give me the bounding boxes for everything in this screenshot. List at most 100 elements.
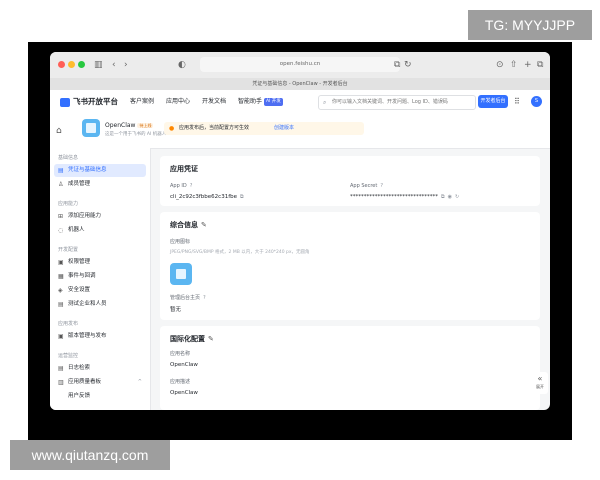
log-icon: ▤ <box>58 365 64 372</box>
nav-ai-assistant-label: 智能助手 <box>238 98 263 105</box>
main-content: 应用凭证 App ID? cli_2c92c3fbbe62c31fbe ⧉ App… <box>150 148 550 410</box>
publish-notice: ● 应用发布后，当前配置方可生效 创建版本 <box>164 122 364 135</box>
back-icon[interactable]: ‹ <box>112 58 116 72</box>
app-name: OpenClaw 待上线 <box>105 122 154 129</box>
search-icon: ⌕ <box>323 99 327 106</box>
version-icon: ▣ <box>58 333 64 340</box>
help-icon: ? <box>380 183 383 189</box>
sidebar-item-permissions[interactable]: ▣ 权限管理 <box>54 256 146 269</box>
sidebar-group-title: 运营监控 <box>58 353 79 359</box>
refresh-icon[interactable]: ↻ <box>455 194 459 200</box>
ai-badge: AI 开发 <box>263 97 283 106</box>
sidebar-item-members[interactable]: ♙ 成员管理 <box>54 178 146 191</box>
shield-icon[interactable]: ◐ <box>178 58 186 72</box>
developer-console-button[interactable]: 开发者后台 <box>478 95 508 108</box>
app-status-tag: 待上线 <box>137 123 154 128</box>
app-info-bar: ⌂ OpenClaw 待上线 这是一个用于飞书的 AI 机器人 ● 应用发布后，当… <box>50 114 550 149</box>
app-icon-preview[interactable] <box>170 263 192 285</box>
edit-icon[interactable]: ✎ <box>208 335 214 343</box>
apps-grid-icon[interactable]: ⠿ <box>514 97 520 107</box>
add-capability-icon: ⊞ <box>58 213 64 220</box>
download-icon[interactable]: ⊙ <box>496 58 504 72</box>
help-icon: ? <box>203 295 206 301</box>
expand-panel-button[interactable]: « 展开 <box>532 372 548 394</box>
event-icon: ▦ <box>58 273 64 280</box>
sidebar-item-test-tenants[interactable]: ▤ 测试企业和人员 <box>54 298 146 311</box>
app-id-label: App ID? <box>170 183 193 189</box>
share-icon[interactable]: ⇧ <box>510 58 518 72</box>
app-name-value: OpenClaw <box>170 362 198 368</box>
sidebar-item-versions[interactable]: ▣ 版本管理与发布 <box>54 330 146 343</box>
minimize-window-button[interactable] <box>68 61 75 68</box>
feishu-logo-icon <box>60 97 70 107</box>
forward-icon[interactable]: › <box>124 58 128 72</box>
sidebar-item-quality[interactable]: ▥ 应用质量看板 ^ <box>54 376 146 389</box>
new-tab-icon[interactable]: + <box>524 58 532 72</box>
translate-icon[interactable]: ⧉ <box>394 58 400 72</box>
sidebar-item-bot[interactable]: ◌ 机器人 <box>54 224 146 237</box>
app-header: 飞书开放平台 客户案例 应用中心 开发文档 智能助手 AI 开发 ⌕ 开发者后台… <box>50 90 550 115</box>
sidebar-group-title: 开发配置 <box>58 247 79 253</box>
app-secret-value: ******************************** ⧉ ◉ ↻ <box>350 194 460 200</box>
notice-text: 应用发布后，当前配置方可生效 <box>179 125 250 131</box>
sidebar-item-feedback[interactable]: 用户反馈 <box>54 390 146 403</box>
homepage-value: 暂无 <box>170 307 182 313</box>
credentials-card: 应用凭证 App ID? cli_2c92c3fbbe62c31fbe ⧉ App… <box>160 156 540 206</box>
create-version-link[interactable]: 创建版本 <box>274 122 294 135</box>
zoom-window-button[interactable] <box>78 61 85 68</box>
sidebar-item-add-capability[interactable]: ⊞ 添加应用能力 <box>54 210 146 223</box>
nav-dev-docs[interactable]: 开发文档 <box>202 96 226 108</box>
copy-icon[interactable]: ⧉ <box>240 194 244 200</box>
info-icon: ● <box>169 125 175 132</box>
sidebar-item-credentials[interactable]: ▤ 凭证与基础信息 <box>54 164 146 177</box>
browser-window: ▥ ‹ › ◐ open.feishu.cn ⧉ ↻ ⊙ ⇧ + ⧉ 凭证与基础… <box>50 52 550 410</box>
sidebar: 基础信息 ▤ 凭证与基础信息 ♙ 成员管理 应用能力 ⊞ 添加应用能力 ◌ 机器人 开发… <box>50 148 151 410</box>
document-icon: ▤ <box>58 167 64 174</box>
close-window-button[interactable] <box>58 61 65 68</box>
app-id-value: cli_2c92c3fbbe62c31fbe ⧉ <box>170 194 244 200</box>
copy-icon[interactable]: ⧉ <box>441 194 445 200</box>
sidebar-group-title: 应用发布 <box>58 321 79 327</box>
reload-icon[interactable]: ↻ <box>404 58 412 72</box>
dashboard-icon: ▥ <box>58 379 64 386</box>
sidebar-item-security[interactable]: ◈ 安全设置 <box>54 284 146 297</box>
doc-search[interactable]: ⌕ <box>318 95 476 110</box>
edit-icon[interactable]: ✎ <box>201 221 207 229</box>
nav-app-center[interactable]: 应用中心 <box>166 96 190 108</box>
address-bar[interactable]: open.feishu.cn <box>200 57 400 72</box>
watermark-top: TG: MYYJJPP <box>468 10 592 40</box>
bot-icon: ◌ <box>58 227 64 234</box>
card-title: 国际化配置 ✎ <box>170 335 214 343</box>
home-icon[interactable]: ⌂ <box>56 125 62 137</box>
platform-logo[interactable]: 飞书开放平台 <box>60 96 118 108</box>
app-icon-hint: JPEG/PNG/SVG/BMP 格式，2 MB 以内，大于 240*240 p… <box>170 250 310 255</box>
app-icon <box>82 119 100 137</box>
search-input[interactable] <box>332 97 470 107</box>
general-info-card: 综合信息 ✎ 应用图标 JPEG/PNG/SVG/BMP 格式，2 MB 以内，大… <box>160 212 540 320</box>
user-icon: ♙ <box>58 181 64 188</box>
tabs-icon[interactable]: ⧉ <box>537 58 543 72</box>
browser-toolbar: ▥ ‹ › ◐ open.feishu.cn ⧉ ↻ ⊙ ⇧ + ⧉ <box>50 52 550 79</box>
app-icon-label: 应用图标 <box>170 239 191 245</box>
shield-icon: ◈ <box>58 287 63 294</box>
sidebar-group-title: 基础信息 <box>58 155 79 161</box>
sidebar-item-logs[interactable]: ▤ 日志检索 <box>54 362 146 375</box>
app-name-label: 应用名称 <box>170 351 191 357</box>
nav-customer-cases[interactable]: 客户案例 <box>130 96 154 108</box>
card-title: 综合信息 ✎ <box>170 221 207 229</box>
help-icon: ? <box>189 183 193 189</box>
expand-label: 展开 <box>536 384 544 389</box>
avatar[interactable]: S <box>531 96 542 107</box>
watermark-bottom: www.qiutanzq.com <box>10 440 170 470</box>
sidebar-icon[interactable]: ▥ <box>94 58 103 72</box>
address-url: open.feishu.cn <box>279 61 321 67</box>
eye-icon[interactable]: ◉ <box>448 194 452 200</box>
card-title: 应用凭证 <box>170 165 198 173</box>
app-desc-label: 应用描述 <box>170 379 191 385</box>
active-tab-title[interactable]: 凭证与基础信息 - OpenClaw - 开发者后台 <box>50 78 550 90</box>
nav-ai-assistant[interactable]: 智能助手 AI 开发 <box>238 96 283 108</box>
sidebar-item-events[interactable]: ▦ 事件与回调 <box>54 270 146 283</box>
platform-name: 飞书开放平台 <box>73 97 118 106</box>
permission-icon: ▣ <box>58 259 64 266</box>
app-secret-label: App Secret? <box>350 183 383 189</box>
